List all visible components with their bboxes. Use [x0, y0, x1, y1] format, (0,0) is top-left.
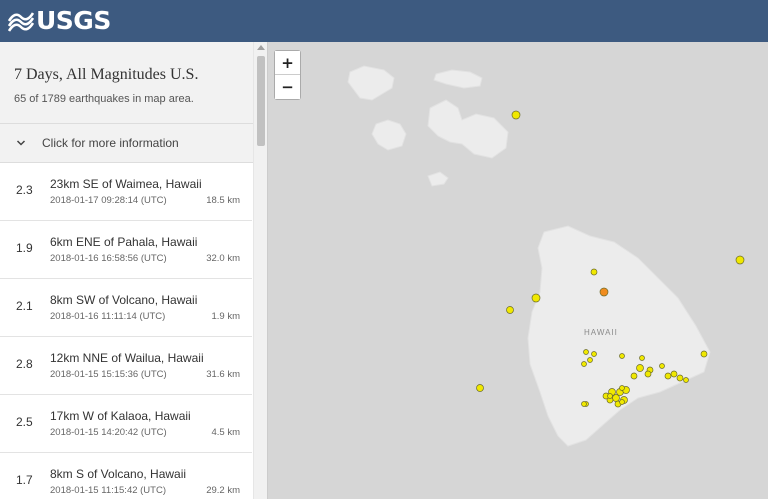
- top-header: USGS: [0, 0, 768, 42]
- island-oahu: [347, 65, 395, 101]
- island-molokai: [433, 69, 483, 89]
- earthquake-list-item[interactable]: 2.8 12km NNE of Wailua, Hawaii 2018-01-1…: [0, 337, 252, 395]
- quake-place: 6km ENE of Pahala, Hawaii: [50, 235, 198, 249]
- earthquake-marker[interactable]: [531, 293, 541, 303]
- quake-depth: 4.5 km: [211, 427, 240, 438]
- quake-time: 2018-01-15 11:15:42 (UTC): [50, 485, 166, 496]
- earthquake-marker[interactable]: [659, 363, 665, 369]
- quake-place: 8km S of Volcano, Hawaii: [50, 467, 187, 481]
- earthquake-marker[interactable]: [676, 374, 684, 382]
- summary-title: 7 Days, All Magnitudes U.S.: [14, 66, 199, 83]
- quake-magnitude: 2.8: [16, 357, 33, 371]
- quake-magnitude: 2.3: [16, 183, 33, 197]
- more-info-toggle[interactable]: Click for more information: [0, 124, 267, 163]
- quake-time: 2018-01-15 15:15:36 (UTC): [50, 369, 167, 380]
- list-summary: 7 Days, All Magnitudes U.S. 65 of 1789 e…: [0, 42, 267, 124]
- island-maui: [427, 99, 509, 159]
- earthquake-marker[interactable]: [644, 370, 652, 378]
- earthquake-marker[interactable]: [581, 361, 587, 367]
- quake-depth: 29.2 km: [206, 485, 240, 496]
- sidebar-scrollbar[interactable]: [253, 42, 267, 499]
- quake-time: 2018-01-16 11:11:14 (UTC): [50, 311, 166, 322]
- earthquake-list-item[interactable]: 1.7 8km S of Volcano, Hawaii 2018-01-15 …: [0, 453, 252, 499]
- more-info-label: Click for more information: [42, 136, 179, 150]
- earthquake-marker[interactable]: [587, 357, 593, 363]
- quake-time: 2018-01-16 16:58:56 (UTC): [50, 253, 167, 264]
- earthquake-marker[interactable]: [664, 372, 672, 380]
- earthquake-marker[interactable]: [607, 393, 613, 399]
- earthquake-marker[interactable]: [599, 287, 609, 297]
- scroll-up-arrow-icon[interactable]: [257, 45, 265, 50]
- earthquake-marker[interactable]: [700, 350, 708, 358]
- quake-magnitude: 2.1: [16, 299, 33, 313]
- earthquake-list: 2.3 23km SE of Waimea, Hawaii 2018-01-17…: [0, 163, 267, 499]
- earthquake-marker[interactable]: [612, 394, 620, 402]
- island-lanai: [371, 119, 407, 151]
- earthquake-list-item[interactable]: 2.5 17km W of Kalaoa, Hawaii 2018-01-15 …: [0, 395, 252, 453]
- earthquake-marker[interactable]: [735, 255, 745, 265]
- island-hawaii: [527, 225, 711, 447]
- quake-depth: 32.0 km: [206, 253, 240, 264]
- earthquake-list-item[interactable]: 2.1 8km SW of Volcano, Hawaii 2018-01-16…: [0, 279, 252, 337]
- quake-depth: 1.9 km: [211, 311, 240, 322]
- earthquake-marker[interactable]: [591, 351, 597, 357]
- quake-magnitude: 1.9: [16, 241, 33, 255]
- quake-depth: 31.6 km: [206, 369, 240, 380]
- earthquake-marker[interactable]: [590, 268, 598, 276]
- island-kahoolawe: [427, 171, 449, 187]
- earthquake-marker[interactable]: [511, 110, 521, 120]
- earthquake-marker[interactable]: [619, 385, 625, 391]
- hawaii-map[interactable]: [268, 42, 768, 499]
- earthquake-list-item[interactable]: 2.3 23km SE of Waimea, Hawaii 2018-01-17…: [0, 163, 252, 221]
- usgs-logo[interactable]: USGS: [8, 6, 111, 36]
- earthquake-marker[interactable]: [506, 306, 514, 314]
- earthquake-sidebar: 7 Days, All Magnitudes U.S. 65 of 1789 e…: [0, 42, 268, 499]
- quake-place: 23km SE of Waimea, Hawaii: [50, 177, 202, 191]
- earthquake-marker[interactable]: [476, 384, 484, 392]
- earthquake-marker[interactable]: [630, 372, 638, 380]
- earthquake-list-item[interactable]: 1.9 6km ENE of Pahala, Hawaii 2018-01-16…: [0, 221, 252, 279]
- earthquake-marker[interactable]: [683, 377, 689, 383]
- earthquake-marker[interactable]: [583, 349, 589, 355]
- zoom-control: + −: [274, 50, 301, 100]
- quake-place: 17km W of Kalaoa, Hawaii: [50, 409, 191, 423]
- quake-place: 12km NNE of Wailua, Hawaii: [50, 351, 204, 365]
- zoom-out-button[interactable]: −: [275, 75, 300, 99]
- map-view[interactable]: HAWAII + −: [268, 42, 768, 499]
- quake-time: 2018-01-17 09:28:14 (UTC): [50, 195, 167, 206]
- earthquake-marker[interactable]: [619, 399, 625, 405]
- earthquake-marker[interactable]: [636, 364, 644, 372]
- zoom-in-button[interactable]: +: [275, 51, 300, 75]
- earthquake-marker[interactable]: [581, 401, 587, 407]
- earthquake-marker[interactable]: [639, 355, 645, 361]
- usgs-logo-text: USGS: [36, 6, 111, 35]
- usgs-wave-icon: [8, 12, 34, 32]
- quake-place: 8km SW of Volcano, Hawaii: [50, 293, 198, 307]
- quake-time: 2018-01-15 14:20:42 (UTC): [50, 427, 167, 438]
- chevron-down-icon: [16, 140, 26, 146]
- earthquake-marker[interactable]: [670, 370, 678, 378]
- quake-depth: 18.5 km: [206, 195, 240, 206]
- scrollbar-thumb[interactable]: [257, 56, 265, 146]
- summary-count: 65 of 1789 earthquakes in map area.: [14, 93, 194, 105]
- island-label-hawaii: HAWAII: [584, 328, 618, 337]
- quake-magnitude: 1.7: [16, 473, 33, 487]
- quake-magnitude: 2.5: [16, 415, 33, 429]
- earthquake-marker[interactable]: [619, 353, 625, 359]
